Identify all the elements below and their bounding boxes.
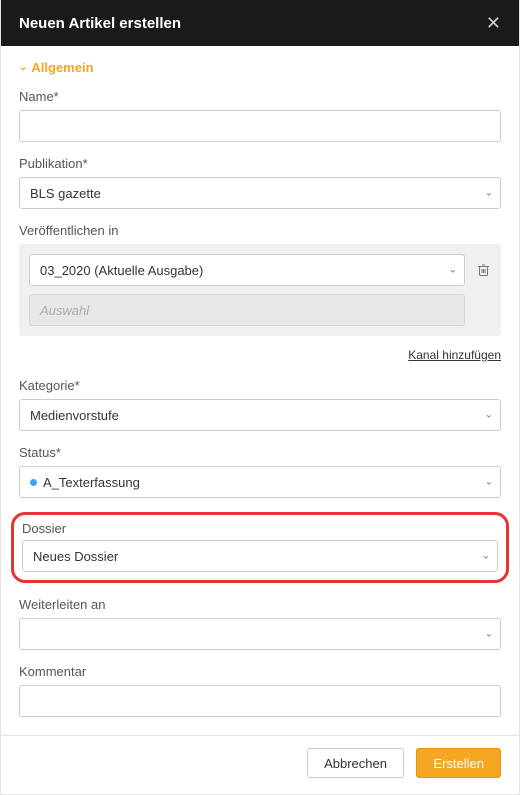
status-value: A_Texterfassung [43,475,140,490]
modal-body: ⌄ Allgemein Name* Publikation* BLS gazet… [1,46,519,735]
publish-in-panel: 03_2020 (Aktuelle Ausgabe) ⌄ [19,244,501,336]
dossier-select[interactable]: Neues Dossier [22,540,498,572]
issue-select[interactable]: 03_2020 (Aktuelle Ausgabe) [29,254,465,286]
field-comment: Kommentar [19,664,501,717]
dossier-highlight: Dossier Neues Dossier ⌄ [11,512,509,583]
issue-row: 03_2020 (Aktuelle Ausgabe) ⌄ [29,254,491,286]
status-select[interactable]: A_Texterfassung [19,466,501,498]
field-publication: Publikation* BLS gazette ⌄ [19,156,501,209]
name-input[interactable] [19,110,501,142]
name-label: Name* [19,89,501,104]
close-icon: ✕ [486,13,501,33]
comment-label: Kommentar [19,664,501,679]
section-toggle-general[interactable]: ⌄ Allgemein [19,60,501,75]
field-publish-in: Veröffentlichen in 03_2020 (Aktuelle Aus… [19,223,501,364]
publication-select[interactable]: BLS gazette [19,177,501,209]
field-category: Kategorie* Medienvorstufe ⌄ [19,378,501,431]
create-article-modal: Neuen Artikel erstellen ✕ ⌄ Allgemein Na… [0,0,520,795]
status-label: Status* [19,445,501,460]
field-status: Status* A_Texterfassung ⌄ [19,445,501,498]
publish-in-label: Veröffentlichen in [19,223,501,238]
modal-title: Neuen Artikel erstellen [19,15,181,32]
chevron-down-icon: ⌄ [19,63,27,73]
field-forward: Weiterleiten an ⌄ [19,597,501,650]
forward-select[interactable] [19,618,501,650]
section-label: Allgemein [31,60,93,75]
publication-label: Publikation* [19,156,501,171]
channel-placeholder: Auswahl [40,303,89,318]
category-value: Medienvorstufe [30,408,119,423]
category-label: Kategorie* [19,378,501,393]
create-button[interactable]: Erstellen [416,748,501,778]
field-dossier: Dossier Neues Dossier ⌄ [22,521,498,572]
channel-row: Auswahl [29,294,491,326]
status-dot-icon [30,479,37,486]
add-channel-link[interactable]: Kanal hinzufügen [408,348,501,362]
category-select[interactable]: Medienvorstufe [19,399,501,431]
cancel-button[interactable]: Abbrechen [307,748,404,778]
issue-value: 03_2020 (Aktuelle Ausgabe) [40,263,203,278]
trash-icon [477,263,490,277]
dossier-value: Neues Dossier [33,549,118,564]
publication-value: BLS gazette [30,186,101,201]
close-button[interactable]: ✕ [486,14,501,32]
channel-select[interactable]: Auswahl [29,294,465,326]
modal-footer: Abbrechen Erstellen [1,735,519,794]
field-name: Name* [19,89,501,142]
dossier-label: Dossier [22,521,498,536]
comment-input[interactable] [19,685,501,717]
modal-header: Neuen Artikel erstellen ✕ [1,0,519,46]
forward-label: Weiterleiten an [19,597,501,612]
delete-issue-button[interactable] [475,263,491,277]
